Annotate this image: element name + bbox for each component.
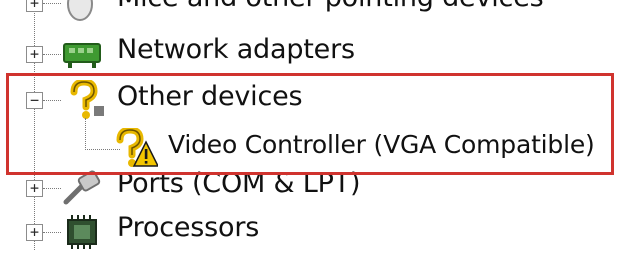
expand-network-adapters-button[interactable]: +	[26, 46, 43, 63]
tree-branch-line	[43, 232, 61, 233]
tree-item-label: Network adapters	[117, 34, 355, 65]
processor-icon	[60, 212, 106, 252]
tree-item-ports[interactable]: + Ports (COM & LPT)	[0, 166, 622, 214]
collapse-other-devices-button[interactable]: −	[26, 92, 43, 109]
tree-item-video-controller[interactable]: Video Controller (VGA Compatible)	[0, 124, 622, 172]
tree-item-other-devices[interactable]: − Other devices	[0, 78, 622, 126]
tree-item-label: Video Controller (VGA Compatible)	[168, 130, 595, 159]
tree-branch-line	[43, 54, 61, 55]
unknown-device-icon	[60, 78, 106, 120]
unknown-device-warning-icon	[112, 126, 160, 168]
port-icon	[60, 168, 106, 208]
tree-item-label: Ports (COM & LPT)	[117, 168, 361, 199]
tree-branch-line	[43, 3, 61, 4]
device-manager-tree: + Mice and other pointing devices + Net	[0, 0, 622, 250]
expand-mice-button[interactable]: +	[26, 0, 43, 12]
expand-ports-button[interactable]: +	[26, 180, 43, 197]
tree-item-mice[interactable]: + Mice and other pointing devices	[0, 0, 622, 28]
tree-branch-line	[43, 188, 61, 189]
mouse-icon	[60, 0, 106, 24]
tree-item-label: Processors	[117, 212, 260, 243]
tree-branch-line	[43, 100, 61, 101]
tree-item-label: Other devices	[117, 81, 303, 112]
tree-item-network-adapters[interactable]: + Network adapters	[0, 30, 622, 78]
tree-item-label: Mice and other pointing devices	[117, 0, 544, 13]
network-adapter-icon	[60, 34, 106, 74]
expand-processors-button[interactable]: +	[26, 224, 43, 241]
tree-item-processors[interactable]: + Processors	[0, 210, 622, 258]
